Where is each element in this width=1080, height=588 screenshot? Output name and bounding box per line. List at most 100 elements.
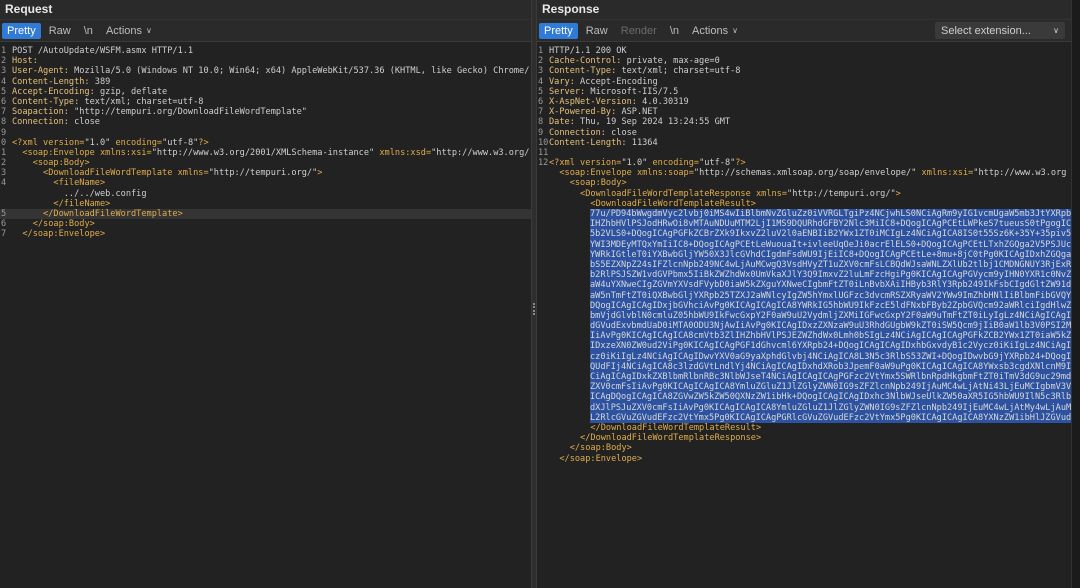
code-line[interactable]: ../../web.config	[0, 189, 531, 199]
line-number: 5	[538, 86, 544, 97]
request-editor[interactable]: 1 POST /AutoUpdate/WSFM.asmx HTTP/1.1 2 Hos…	[0, 43, 531, 588]
base64-text: ICAgDQogICAgICA8ZGVwZW5kZW50QXNzZW1ibHk+…	[590, 392, 1071, 403]
response-tab-render[interactable]: Render	[616, 23, 662, 39]
code-line[interactable]: </DownloadFileWordTemplateResult>	[537, 423, 1071, 433]
code-line[interactable]: 3 Content-Type: text/xml; charset=utf-8	[537, 66, 1071, 76]
base64-line[interactable]: 77u/PD94bWwgdmVyc2lvbj0iMS4wIiBlbmNvZGlu…	[537, 209, 1071, 220]
base64-text: QUdFIj4NCiAgICA8c3lzdGVtLndlYj4NCiAgICAg…	[590, 361, 1071, 372]
request-tab-raw[interactable]: Raw	[44, 23, 76, 39]
response-tab-pretty[interactable]: Pretty	[539, 22, 578, 39]
base64-line[interactable]: CiAgICAgIDxkZXBlbmRlbnRBc3NlbWJseT4NCiAg…	[537, 372, 1071, 383]
code-line[interactable]: 5 Server: Microsoft-IIS/7.5	[537, 87, 1071, 97]
base64-line[interactable]: aW5nTmFtZT0iQXBwbGljYXRpb25TZXJ2aWNlcyIg…	[537, 290, 1071, 301]
code-line[interactable]: </fileName>	[0, 199, 531, 209]
code-line[interactable]: 8 Connection: close	[0, 117, 531, 127]
line-number: 6	[538, 96, 544, 107]
request-tab-pretty[interactable]: Pretty	[2, 22, 41, 39]
base64-line[interactable]: bmVjdGlvblN0cmluZ05hbWU9IkFwcGxpY2F0aW9u…	[537, 310, 1071, 322]
code-line[interactable]: </DownloadFileWordTemplateResponse>	[537, 433, 1071, 443]
code-line[interactable]: 6 X-AspNet-Version: 4.0.30319	[537, 97, 1071, 107]
response-tab-newline[interactable]: \n	[665, 23, 684, 39]
code-line[interactable]: 6 </soap:Body>	[0, 219, 531, 229]
request-tab-newline[interactable]: \n	[79, 23, 98, 39]
code-line[interactable]: 3 <DownloadFileWordTemplate xmlns="http:…	[0, 168, 531, 178]
code-line[interactable]: 10 Content-Length: 11364	[537, 138, 1071, 148]
base64-line[interactable]: IiAvPg0KICAgICAgICA8cmVtb3ZlIHZhbHVlPSJE…	[537, 331, 1071, 342]
line-number	[537, 341, 549, 351]
base64-line[interactable]: IDxzeXN0ZW0ud2ViPg0KICAgICAgPGF1dGhvcml6…	[537, 341, 1071, 352]
code-line[interactable]: 4 <fileName>	[0, 178, 531, 188]
code-line[interactable]: 12 <?xml version="1.0" encoding="utf-8"?>	[537, 158, 1071, 168]
code-line[interactable]: 1 POST /AutoUpdate/WSFM.asmx HTTP/1.1	[0, 46, 531, 56]
line-number: 5	[1, 86, 7, 97]
base64-text: b2RlPSJSZW1vdGVPbmx5IiBkZWZhdWx0UmVkaXJl…	[590, 270, 1071, 281]
code-line[interactable]: 7 X-Powered-By: ASP.NET	[537, 107, 1071, 117]
code-line[interactable]: <DownloadFileWordTemplateResponse xmlns=…	[537, 189, 1071, 199]
drag-handle-icon[interactable]	[533, 303, 535, 315]
code-line[interactable]: 7 </soap:Envelope>	[0, 229, 531, 239]
base64-line[interactable]: DQogICAgICAgIDxjbGVhciAvPg0KICAgICAgICA8…	[537, 300, 1071, 311]
select-extension-dropdown[interactable]: Select extension... ∨	[935, 22, 1065, 39]
code-line[interactable]: 11	[537, 148, 1071, 158]
code-line[interactable]: 9 Connection: close	[537, 128, 1071, 138]
code-line[interactable]: <soap:Envelope xmlns:soap="http://schema…	[537, 168, 1071, 178]
code-text: Content-Type: text/xml; charset=utf-8	[549, 66, 741, 77]
base64-line[interactable]: IHZhbHVlPSJodHRwOi8vMTAuNDUuMTM2LjI1MS9D…	[537, 219, 1071, 230]
request-actions-menu[interactable]: Actions ∨	[101, 23, 157, 39]
base64-line[interactable]: ICAgDQogICAgICA8ZGVwZW5kZW50QXNzZW1ibHk+…	[537, 392, 1071, 403]
code-line[interactable]: 7 Soapaction: "http://tempuri.org/Downloa…	[0, 107, 531, 117]
code-line[interactable]: 3 User-Agent: Mozilla/5.0 (Windows NT 10.…	[0, 66, 531, 76]
code-line[interactable]: 4 Vary: Accept-Encoding	[537, 77, 1071, 87]
line-number: 2	[538, 56, 544, 67]
base64-line[interactable]: L2RlcGVuZGVudEFzc2VtYmx5Pg0KICAgICAgPGRl…	[537, 412, 1071, 423]
base64-line[interactable]: dGVudExvbmdUaD0iMTA0ODU3NjAwIiAvPg0KICAg…	[537, 321, 1071, 332]
base64-line[interactable]: cz0iKiIgLz4NCiAgICAgIDwvYXV0aG9yaXphdGlv…	[537, 351, 1071, 362]
code-line[interactable]: 1 <soap:Envelope xmlns:xsi="http://www.w…	[0, 148, 531, 158]
code-text: Host:	[12, 56, 38, 67]
base64-line[interactable]: b2RlPSJSZW1vdGVPbmx5IiBkZWZhdWx0UmVkaXJl…	[537, 270, 1071, 281]
code-line[interactable]: 4 Content-Length: 389	[0, 77, 531, 87]
code-line[interactable]: <DownloadFileWordTemplateResult>	[537, 199, 1071, 209]
line-number: 2	[1, 56, 7, 67]
base64-line[interactable]: bS5EZXNpZ24sIFZlcnNpb249NC4wLjAuMCwgQ3Vs…	[537, 259, 1071, 271]
base64-line[interactable]: aW4uYXNweCIgZGVmYXVsdFVybD0iaW5kZXguYXNw…	[537, 280, 1071, 291]
base64-line[interactable]: QUdFIj4NCiAgICA8c3lzdGVtLndlYj4NCiAgICAg…	[537, 361, 1071, 372]
code-text: <DownloadFileWordTemplate xmlns="http://…	[43, 168, 323, 179]
base64-line[interactable]: ZXV0cmFsIiAvPg0KICAgICAgICA8YmluZGluZ1Jl…	[537, 382, 1071, 393]
code-text: Date: Thu, 19 Sep 2024 13:24:55 GMT	[549, 117, 731, 128]
code-text: </DownloadFileWordTemplateResponse>	[580, 433, 762, 444]
base64-line[interactable]: dXJlPSJuZXV0cmFsIiAvPg0KICAgICAgICA8Ymlu…	[537, 402, 1071, 413]
line-number	[537, 240, 549, 250]
line-number	[537, 382, 549, 392]
code-line[interactable]: 0 <?xml version="1.0" encoding="utf-8"?>	[0, 138, 531, 148]
code-line[interactable]: </soap:Envelope>	[537, 454, 1071, 464]
line-number	[537, 433, 549, 443]
base64-text: bS5EZXNpZ24sIFZlcnNpb249NC4wLjAuMCwgQ3Vs…	[590, 259, 1071, 271]
code-line[interactable]: 6 Content-Type: text/xml; charset=utf-8	[0, 97, 531, 107]
base64-line[interactable]: 5b2VLS0+DQogICAgPGFkZCBrZXk9IkxvZ2luV2l0…	[537, 229, 1071, 240]
code-line[interactable]: 9	[0, 128, 531, 138]
code-line[interactable]: 5 Accept-Encoding: gzip, deflate	[0, 87, 531, 97]
code-text: <soap:Envelope xmlns:xsi="http://www.w3.…	[22, 147, 530, 158]
code-line[interactable]: 2 Cache-Control: private, max-age=0	[537, 56, 1071, 66]
line-number: 7	[1, 107, 7, 118]
response-editor[interactable]: 1 HTTP/1.1 200 OK 2 Cache-Control: private,…	[537, 43, 1071, 588]
code-line[interactable]: </soap:Body>	[537, 443, 1071, 453]
code-line[interactable]: 2 Host:	[0, 56, 531, 66]
base64-text: cz0iKiIgLz4NCiAgICAgIDwvYXV0aG9yaXphdGlv…	[590, 351, 1071, 362]
base64-text: aW4uYXNweCIgZGVmYXVsdFVybD0iaW5kZXguYXNw…	[590, 280, 1071, 291]
code-line[interactable]: 2 <soap:Body>	[0, 158, 531, 168]
base64-line[interactable]: YWI3MDEyMTQxYmIiIC8+DQogICAgPCEtLeWuouaI…	[537, 239, 1071, 250]
code-text: Connection: close	[12, 117, 100, 128]
code-line[interactable]: 1 HTTP/1.1 200 OK	[537, 46, 1071, 56]
code-line[interactable]: <soap:Body>	[537, 178, 1071, 188]
code-line[interactable]: 5 </DownloadFileWordTemplate>	[0, 209, 531, 220]
base64-line[interactable]: YWRkIGtleT0iYXBwbGljYW50X3JlcGVhdCIgdmFs…	[537, 249, 1071, 260]
request-toolbar: Pretty Raw \n Actions ∨	[0, 20, 531, 42]
response-tab-raw[interactable]: Raw	[581, 23, 613, 39]
response-actions-menu[interactable]: Actions ∨	[687, 23, 743, 39]
code-text: <DownloadFileWordTemplateResult>	[590, 198, 756, 209]
line-number: 6	[1, 219, 7, 230]
line-number	[537, 321, 549, 331]
code-line[interactable]: 8 Date: Thu, 19 Sep 2024 13:24:55 GMT	[537, 117, 1071, 127]
